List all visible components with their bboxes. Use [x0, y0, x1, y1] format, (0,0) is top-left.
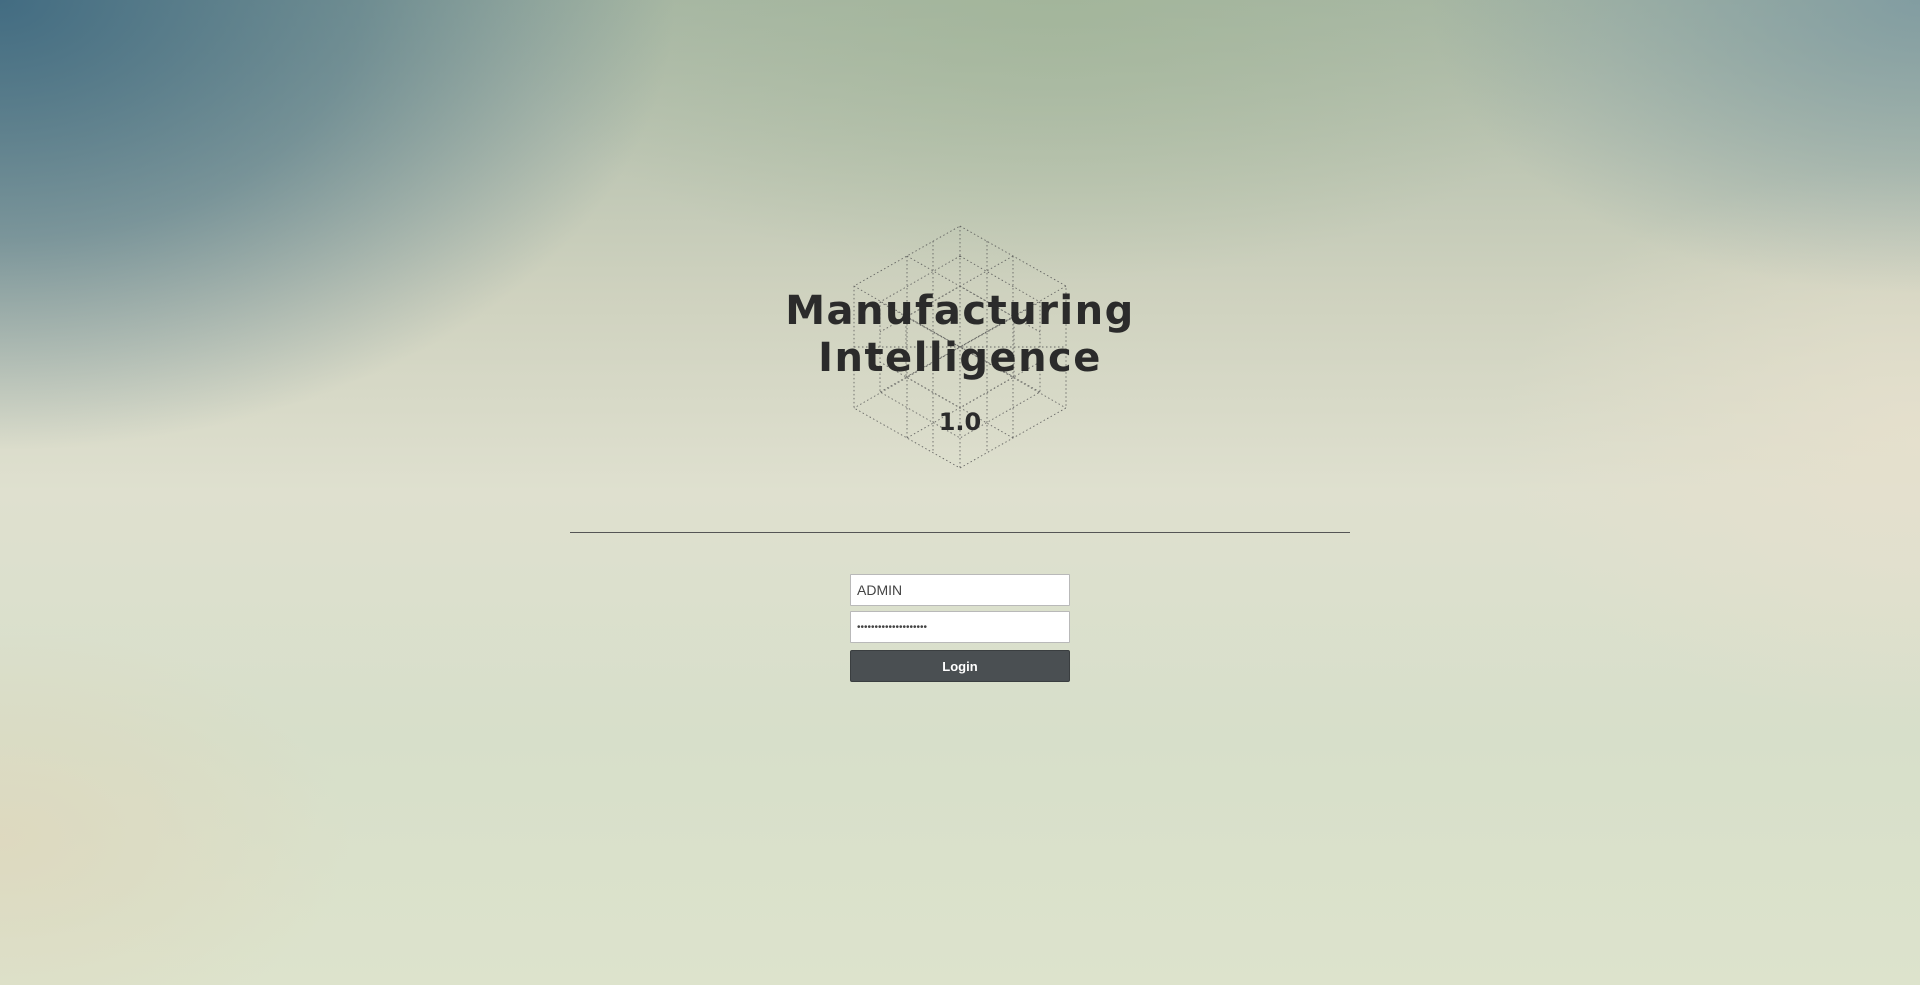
- login-button[interactable]: Login: [850, 650, 1070, 682]
- app-title-line1: Manufacturing: [785, 288, 1135, 334]
- app-version: 1.0: [938, 408, 982, 436]
- password-input[interactable]: [850, 611, 1070, 643]
- app-title-line2: Intelligence: [818, 335, 1102, 381]
- app-title: Manufacturing Intelligence: [760, 288, 1160, 382]
- username-input[interactable]: [850, 574, 1070, 606]
- divider: [570, 532, 1350, 533]
